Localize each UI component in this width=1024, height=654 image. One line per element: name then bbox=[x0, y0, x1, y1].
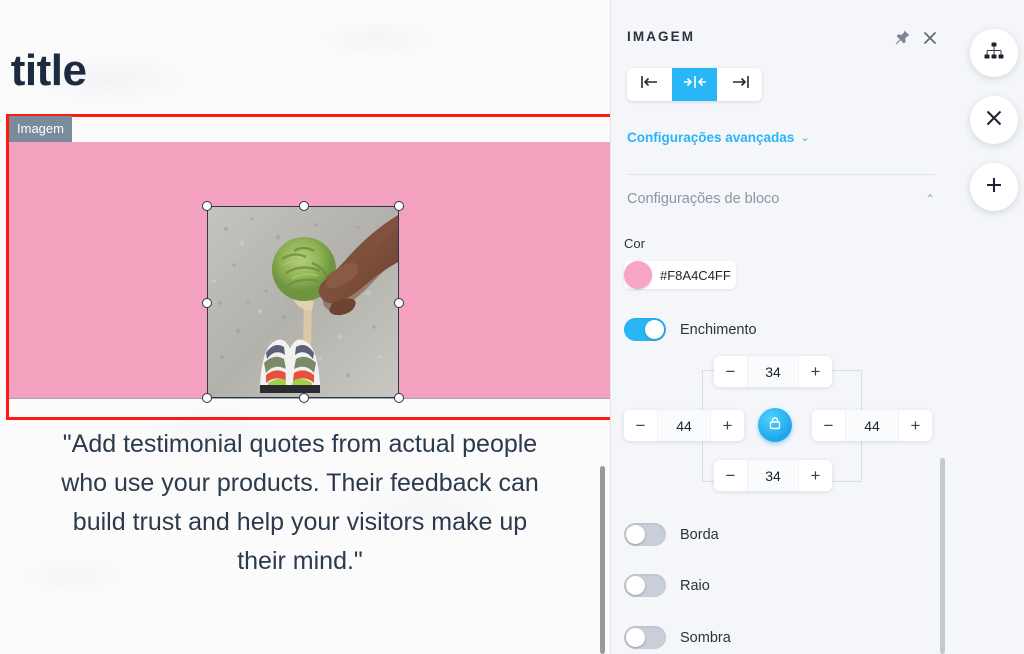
align-right-button[interactable] bbox=[717, 68, 762, 101]
pin-icon[interactable] bbox=[893, 29, 911, 47]
padding-right-increment[interactable]: + bbox=[899, 410, 932, 441]
alignment-control[interactable] bbox=[627, 68, 762, 101]
resize-handle-middle-left[interactable] bbox=[202, 298, 212, 308]
border-toggle-label: Borda bbox=[680, 526, 719, 543]
close-editor-button[interactable] bbox=[970, 96, 1018, 144]
block-type-badge: Imagem bbox=[9, 116, 72, 142]
padding-left-increment[interactable]: + bbox=[711, 410, 744, 441]
padding-bottom-stepper[interactable]: − 34 + bbox=[714, 460, 832, 491]
align-left-icon bbox=[638, 74, 662, 95]
plus-icon bbox=[983, 174, 1005, 201]
chevron-down-icon: ⌄ bbox=[800, 132, 810, 144]
padding-right-stepper[interactable]: − 44 + bbox=[812, 410, 932, 441]
fill-toggle-row[interactable]: Enchimento bbox=[624, 318, 757, 341]
toggle-knob bbox=[626, 628, 645, 647]
resize-handle-bottom-right[interactable] bbox=[394, 393, 404, 403]
advanced-settings-label: Configurações avançadas bbox=[627, 130, 795, 145]
padding-left-stepper[interactable]: − 44 + bbox=[624, 410, 744, 441]
padding-top-value[interactable]: 34 bbox=[747, 356, 799, 387]
resize-handle-bottom-left[interactable] bbox=[202, 393, 212, 403]
shadow-toggle[interactable] bbox=[624, 626, 666, 649]
fill-toggle-label: Enchimento bbox=[680, 321, 757, 338]
canvas-scrollbar[interactable] bbox=[600, 466, 605, 654]
color-label: Cor bbox=[624, 236, 645, 251]
close-panel-icon[interactable] bbox=[921, 29, 939, 47]
resize-handle-top-left[interactable] bbox=[202, 201, 212, 211]
block-settings-header[interactable]: Configurações de bloco ⌃ bbox=[627, 188, 935, 210]
add-button[interactable] bbox=[970, 163, 1018, 211]
align-center-icon bbox=[682, 74, 708, 95]
border-toggle[interactable] bbox=[624, 523, 666, 546]
resize-handle-top-center[interactable] bbox=[299, 201, 309, 211]
image-element[interactable] bbox=[202, 201, 404, 403]
padding-bottom-decrement[interactable]: − bbox=[714, 460, 747, 491]
sitemap-icon bbox=[983, 40, 1005, 67]
structure-button[interactable] bbox=[970, 29, 1018, 77]
radius-toggle[interactable] bbox=[624, 574, 666, 597]
resize-handle-middle-right[interactable] bbox=[394, 298, 404, 308]
color-field[interactable]: #F8A4C4FF bbox=[624, 261, 736, 289]
section-divider bbox=[627, 174, 935, 175]
fill-toggle[interactable] bbox=[624, 318, 666, 341]
resize-handle-bottom-center[interactable] bbox=[299, 393, 309, 403]
matcha-ice-cream-photo bbox=[208, 207, 398, 397]
panel-scrollbar[interactable] bbox=[940, 458, 945, 654]
selected-image-block[interactable]: Imagem bbox=[6, 114, 610, 420]
color-hex-value[interactable]: #F8A4C4FF bbox=[660, 268, 731, 283]
resize-handle-top-right[interactable] bbox=[394, 201, 404, 211]
radius-toggle-label: Raio bbox=[680, 577, 710, 594]
toggle-knob bbox=[626, 576, 645, 595]
shadow-toggle-row[interactable]: Sombra bbox=[624, 626, 731, 649]
page-canvas[interactable]: ur title Imagem bbox=[0, 0, 610, 654]
toggle-knob bbox=[645, 320, 664, 339]
image-block-background[interactable] bbox=[9, 142, 610, 403]
border-toggle-row[interactable]: Borda bbox=[624, 523, 719, 546]
close-icon bbox=[983, 107, 1005, 134]
align-right-icon bbox=[728, 74, 752, 95]
padding-bottom-increment[interactable]: + bbox=[799, 460, 832, 491]
panel-header: IMAGEM bbox=[611, 0, 950, 58]
padding-top-stepper[interactable]: − 34 + bbox=[714, 356, 832, 387]
color-swatch[interactable] bbox=[624, 261, 652, 289]
padding-top-decrement[interactable]: − bbox=[714, 356, 747, 387]
padding-left-decrement[interactable]: − bbox=[624, 410, 657, 441]
padding-top-increment[interactable]: + bbox=[799, 356, 832, 387]
padding-left-value[interactable]: 44 bbox=[657, 410, 711, 441]
app-root: ur title Imagem bbox=[0, 0, 1024, 654]
floating-toolbar bbox=[950, 0, 1024, 654]
padding-right-decrement[interactable]: − bbox=[812, 410, 845, 441]
page-title[interactable]: ur title bbox=[0, 46, 87, 96]
testimonial-text[interactable]: "Add testimonial quotes from actual peop… bbox=[60, 425, 540, 581]
padding-right-value[interactable]: 44 bbox=[845, 410, 899, 441]
align-center-button[interactable] bbox=[672, 68, 717, 101]
radius-toggle-row[interactable]: Raio bbox=[624, 574, 710, 597]
toggle-knob bbox=[626, 525, 645, 544]
padding-control: − 34 + − 44 + − 44 + − 34 + bbox=[624, 352, 940, 500]
padding-bottom-value[interactable]: 34 bbox=[747, 460, 799, 491]
align-left-button[interactable] bbox=[627, 68, 672, 101]
shadow-toggle-label: Sombra bbox=[680, 629, 731, 646]
advanced-settings-link[interactable]: Configurações avançadas ⌄ bbox=[627, 130, 810, 145]
chevron-up-icon: ⌃ bbox=[924, 192, 935, 206]
block-settings-label: Configurações de bloco bbox=[627, 191, 780, 207]
panel-title: IMAGEM bbox=[627, 29, 696, 44]
lock-icon bbox=[767, 415, 783, 436]
padding-lock-button[interactable] bbox=[758, 408, 792, 442]
